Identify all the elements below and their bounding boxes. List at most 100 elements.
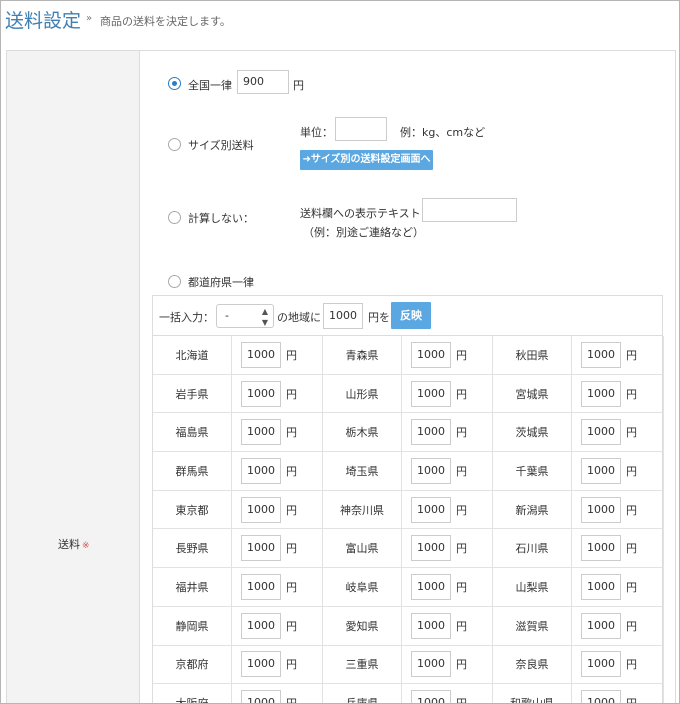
flat-rate-input[interactable]: 900: [237, 70, 289, 94]
prefecture-fee-cell: 1000 円: [402, 374, 493, 414]
prefecture-fee-unit: 円: [456, 619, 467, 633]
prefecture-fee-input[interactable]: 1000: [581, 690, 621, 703]
required-mark: ※: [82, 541, 90, 551]
prefecture-fee-cell: 1000 円: [232, 336, 323, 375]
prefecture-fee-unit: 円: [456, 426, 467, 440]
prefecture-fee-input[interactable]: 1000: [411, 651, 451, 678]
prefecture-fee-unit: 円: [286, 542, 297, 556]
prefecture-fee-input[interactable]: 1000: [581, 496, 621, 523]
prefecture-fee-input[interactable]: 1000: [241, 535, 281, 562]
unit-input[interactable]: [335, 117, 387, 141]
region-select[interactable]: - ▲ ▼: [216, 304, 274, 328]
prefecture-fee-input[interactable]: 1000: [581, 651, 621, 678]
radio-per-prefecture[interactable]: [168, 275, 181, 288]
prefecture-fee-input[interactable]: 1000: [581, 573, 621, 600]
size-settings-link-label: サイズ別の送料設定画面へ: [310, 154, 431, 165]
prefecture-name: 山形県: [323, 374, 402, 414]
prefecture-fee-cell: 1000 円: [232, 452, 323, 491]
prefecture-fee-unit: 円: [456, 348, 467, 362]
prefecture-fee-input[interactable]: 1000: [581, 419, 621, 446]
prefecture-fee-input[interactable]: 1000: [241, 457, 281, 484]
prefecture-name: 埼玉県: [323, 452, 402, 491]
prefecture-name: 岩手県: [153, 374, 232, 414]
prefecture-fee-input[interactable]: 1000: [241, 380, 281, 407]
prefecture-fee-input[interactable]: 1000: [581, 612, 621, 639]
prefecture-table: 一括入力： - ▲ ▼ の地域に 1000 円を 反映 北海道 1000 円青森県 10…: [152, 295, 664, 704]
prefecture-fee-input[interactable]: 1000: [411, 690, 451, 703]
prefecture-fee-input[interactable]: 1000: [411, 612, 451, 639]
prefecture-name: 宮城県: [493, 374, 572, 414]
prefecture-fee-unit: 円: [286, 619, 297, 633]
unit-example: 例：kg、cmなど: [400, 126, 486, 139]
prefecture-fee-input[interactable]: 1000: [581, 535, 621, 562]
prefecture-fee-unit: 円: [286, 503, 297, 517]
prefecture-fee-input[interactable]: 1000: [241, 573, 281, 600]
prefecture-fee-input[interactable]: 1000: [411, 419, 451, 446]
prefecture-name: 群馬県: [153, 452, 232, 491]
prefecture-fee-input[interactable]: 1000: [241, 690, 281, 703]
size-settings-link-button[interactable]: ➜サイズ別の送料設定画面へ: [300, 150, 433, 170]
prefecture-fee-unit: 円: [456, 387, 467, 401]
select-arrows-icon: ▲ ▼: [261, 307, 268, 327]
radio-no-calculation[interactable]: [168, 211, 181, 224]
prefecture-grid: 北海道 1000 円青森県 1000 円秋田県 1000 円岩手県 1000 円山形県 1000 円…: [153, 336, 664, 704]
prefecture-name: 福島県: [153, 413, 232, 453]
region-select-value: -: [225, 309, 229, 322]
prefecture-fee-unit: 円: [456, 658, 467, 672]
prefecture-fee-cell: 1000 円: [572, 684, 664, 704]
prefecture-fee-cell: 1000 円: [572, 606, 664, 646]
apply-button[interactable]: 反映: [391, 302, 431, 329]
prefecture-fee-unit: 円: [286, 464, 297, 478]
no-calculation-label: 計算しない：: [188, 212, 254, 225]
flat-rate-unit: 円: [293, 79, 304, 92]
prefecture-fee-unit: 円: [456, 542, 467, 556]
prefecture-name: 東京都: [153, 490, 232, 530]
prefecture-name: 秋田県: [493, 336, 572, 375]
page-header: 送料設定 » 商品の送料を決定します。: [1, 1, 679, 39]
size-based-label: サイズ別送料: [188, 139, 254, 152]
prefecture-fee-input[interactable]: 1000: [411, 573, 451, 600]
prefecture-name: 京都府: [153, 645, 232, 685]
prefecture-fee-input[interactable]: 1000: [581, 380, 621, 407]
prefecture-fee-unit: 円: [456, 580, 467, 594]
prefecture-fee-unit: 円: [456, 464, 467, 478]
prefecture-fee-input[interactable]: 1000: [411, 457, 451, 484]
prefecture-fee-cell: 1000 円: [402, 606, 493, 646]
prefecture-fee-unit: 円: [286, 658, 297, 672]
per-prefecture-label: 都道府県一律: [188, 276, 254, 289]
prefecture-fee-unit: 円: [626, 387, 637, 401]
prefecture-fee-cell: 1000 円: [402, 645, 493, 685]
prefecture-fee-cell: 1000 円: [402, 336, 493, 375]
prefecture-fee-input[interactable]: 1000: [241, 496, 281, 523]
prefecture-fee-input[interactable]: 1000: [581, 341, 621, 368]
bulk-region-suffix: の地域に: [277, 311, 321, 324]
prefecture-name: 石川県: [493, 529, 572, 569]
prefecture-fee-cell: 1000 円: [232, 568, 323, 607]
prefecture-fee-input[interactable]: 1000: [241, 341, 281, 368]
prefecture-fee-unit: 円: [626, 503, 637, 517]
radio-flat-rate[interactable]: [168, 77, 181, 90]
radio-size-based[interactable]: [168, 138, 181, 151]
prefecture-fee-input[interactable]: 1000: [411, 341, 451, 368]
page-title: 送料設定: [5, 10, 82, 32]
prefecture-fee-cell: 1000 円: [232, 374, 323, 414]
display-text-input[interactable]: [422, 198, 517, 222]
page-subtitle: 商品の送料を決定します。: [100, 15, 231, 28]
prefecture-fee-input[interactable]: 1000: [241, 419, 281, 446]
display-text-label: 送料欄への表示テキスト: [300, 207, 421, 220]
prefecture-fee-input[interactable]: 1000: [581, 457, 621, 484]
prefecture-fee-input[interactable]: 1000: [411, 380, 451, 407]
prefecture-fee-unit: 円: [286, 348, 297, 362]
settings-window: 送料設定 » 商品の送料を決定します。 送料 ※ 全国一律 900 円 サイズ別送…: [0, 0, 680, 704]
prefecture-fee-unit: 円: [626, 697, 637, 704]
prefecture-name: 静岡県: [153, 606, 232, 646]
prefecture-fee-input[interactable]: 1000: [411, 535, 451, 562]
prefecture-fee-input[interactable]: 1000: [241, 612, 281, 639]
prefecture-fee-cell: 1000 円: [232, 413, 323, 453]
prefecture-fee-input[interactable]: 1000: [411, 496, 451, 523]
prefecture-fee-input[interactable]: 1000: [241, 651, 281, 678]
prefecture-fee-unit: 円: [286, 580, 297, 594]
arrow-right-icon: ➜: [302, 154, 311, 165]
prefecture-fee-unit: 円: [626, 348, 637, 362]
bulk-amount-input[interactable]: 1000: [323, 303, 363, 329]
